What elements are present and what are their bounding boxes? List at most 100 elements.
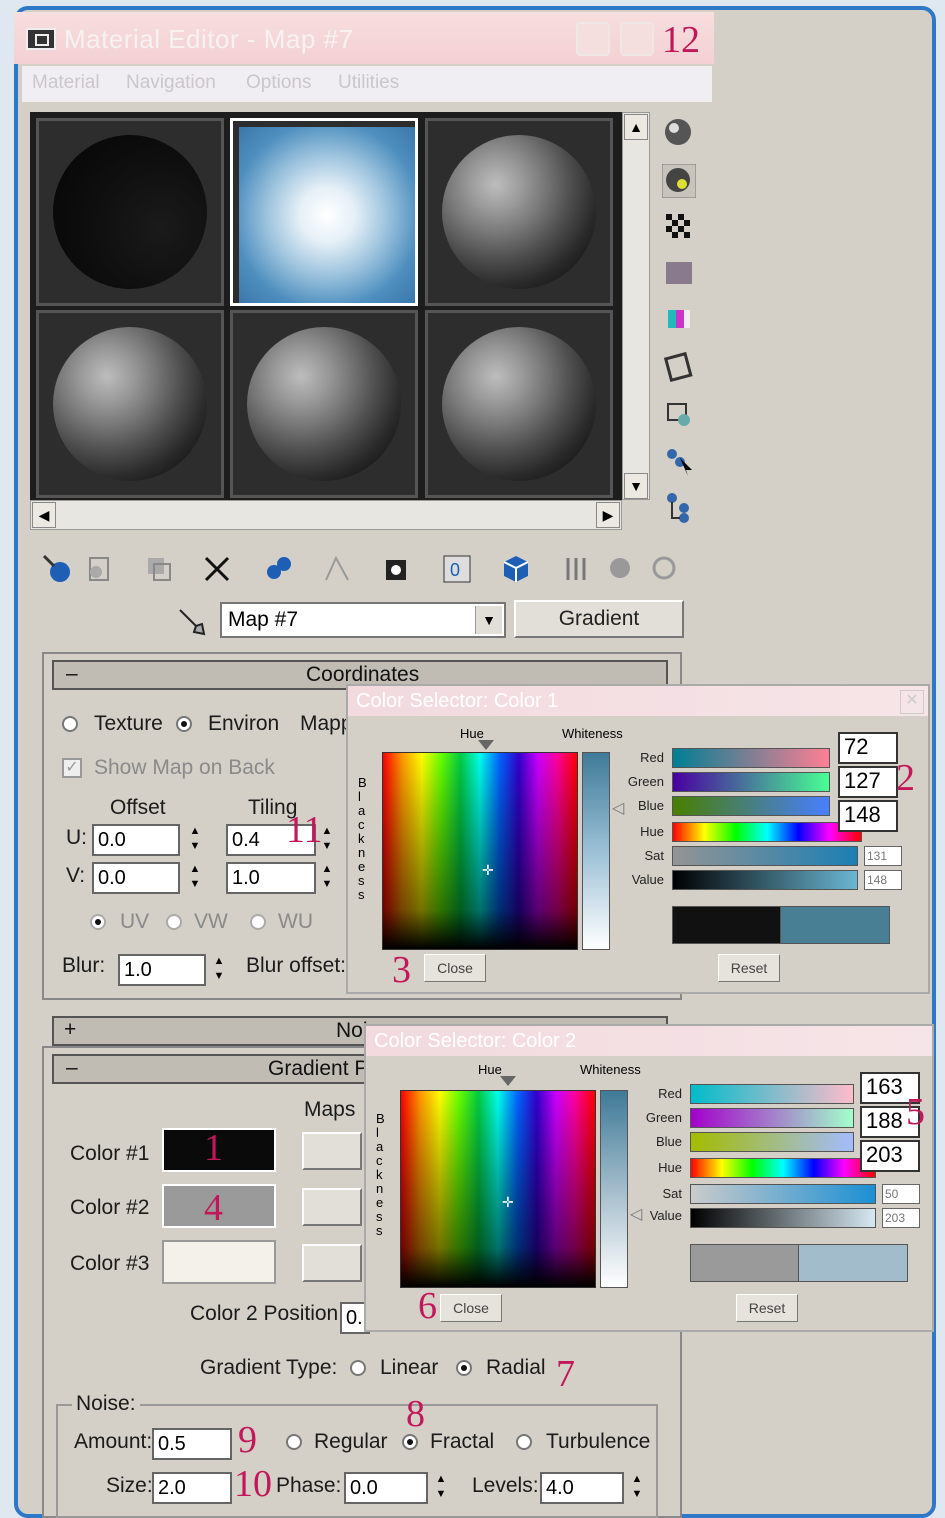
red-slider[interactable] <box>672 748 830 768</box>
green-slider[interactable] <box>672 772 830 792</box>
map-name-combo[interactable]: Map #7 ▼ <box>220 602 506 638</box>
show-map-on-back-checkbox[interactable]: ✓ <box>62 758 82 778</box>
sample-slot-5[interactable] <box>230 310 418 498</box>
hue-pointer-icon[interactable] <box>478 740 494 750</box>
put-to-scene-icon[interactable] <box>82 552 116 586</box>
get-material-icon[interactable] <box>40 552 74 586</box>
wu-radio[interactable] <box>250 914 266 930</box>
size-field[interactable]: 2.0 <box>152 1472 232 1504</box>
make-preview-icon[interactable] <box>662 350 696 384</box>
vertical-scrollbar[interactable]: ▲ ▼ <box>622 112 650 500</box>
color1-map-button[interactable] <box>302 1132 362 1170</box>
sample-uv-tiling-icon[interactable] <box>662 256 696 290</box>
blue-value-field[interactable]: 148 <box>838 800 898 832</box>
pick-material-icon[interactable] <box>174 604 208 638</box>
levels-field[interactable]: 4.0 <box>540 1472 624 1504</box>
radial-radio[interactable] <box>456 1360 472 1376</box>
sample-slot-1[interactable] <box>36 118 224 306</box>
v-tiling-spinner[interactable]: ▲ ▼ <box>318 862 336 894</box>
phase-spinner[interactable]: ▲ ▼ <box>432 1472 450 1504</box>
blue-slider[interactable] <box>690 1132 854 1152</box>
go-to-sibling-icon[interactable] <box>648 552 682 586</box>
menu-navigation[interactable]: Navigation <box>126 72 216 94</box>
blur-spinner[interactable]: ▲ ▼ <box>210 954 228 986</box>
sample-slot-3[interactable] <box>425 118 613 306</box>
green-value-field[interactable]: 127 <box>838 766 898 798</box>
amount-field[interactable]: 0.5 <box>152 1428 232 1460</box>
scroll-up-icon[interactable]: ▲ <box>624 114 648 140</box>
blue-slider[interactable] <box>672 796 830 816</box>
go-to-parent-icon[interactable] <box>560 552 594 586</box>
menu-options[interactable]: Options <box>246 72 311 94</box>
hue-pointer-icon[interactable] <box>500 1076 516 1086</box>
make-unique-icon[interactable] <box>262 552 296 586</box>
scroll-left-icon[interactable]: ◀ <box>32 502 56 528</box>
material-map-navigator-icon[interactable] <box>662 490 696 524</box>
reset-button[interactable]: Reset <box>736 1294 798 1322</box>
uv-radio[interactable] <box>90 914 106 930</box>
assign-to-selection-icon[interactable] <box>142 552 176 586</box>
u-offset-field[interactable]: 0.0 <box>92 824 180 856</box>
go-forward-icon[interactable] <box>604 552 638 586</box>
environ-radio[interactable] <box>176 716 192 732</box>
sample-slot-2[interactable] <box>230 118 418 306</box>
v-tiling-field[interactable]: 1.0 <box>226 862 316 894</box>
fractal-radio[interactable] <box>402 1434 418 1450</box>
phase-field[interactable]: 0.0 <box>344 1472 428 1504</box>
value-value-field[interactable]: 203 <box>882 1208 920 1228</box>
close-button[interactable]: Close <box>440 1294 502 1322</box>
hue-slider[interactable] <box>690 1158 876 1178</box>
value-slider[interactable] <box>690 1208 876 1228</box>
vw-radio[interactable] <box>166 914 182 930</box>
color2-map-button[interactable] <box>302 1188 362 1226</box>
show-map-in-viewport-icon[interactable]: 0 <box>440 552 474 586</box>
linear-radio[interactable] <box>350 1360 366 1376</box>
map-type-button[interactable]: Gradient <box>514 600 684 638</box>
value-slider[interactable] <box>672 870 858 890</box>
horizontal-scrollbar[interactable]: ◀ ▶ <box>30 500 622 530</box>
blur-field[interactable]: 1.0 <box>118 954 206 986</box>
red-slider[interactable] <box>690 1084 854 1104</box>
close-icon[interactable]: ✕ <box>900 690 924 714</box>
sample-slot-6[interactable] <box>425 310 613 498</box>
put-to-library-icon[interactable] <box>320 552 354 586</box>
options-icon[interactable] <box>662 398 696 432</box>
hue-blackness-picker[interactable] <box>382 752 578 950</box>
sat-value-field[interactable]: 50 <box>882 1184 920 1204</box>
checker-background-icon[interactable] <box>662 210 696 244</box>
regular-radio[interactable] <box>286 1434 302 1450</box>
blue-value-field[interactable]: 203 <box>860 1140 920 1172</box>
show-end-result-icon[interactable] <box>498 552 532 586</box>
menu-material[interactable]: Material <box>32 72 100 94</box>
texture-radio[interactable] <box>62 716 78 732</box>
sat-value-field[interactable]: 131 <box>864 846 902 866</box>
v-offset-spinner[interactable]: ▲ ▼ <box>186 862 204 894</box>
minimize-button[interactable] <box>576 22 610 56</box>
maximize-button[interactable] <box>620 22 654 56</box>
material-id-channel-icon[interactable] <box>380 552 414 586</box>
sat-slider[interactable] <box>672 846 858 866</box>
red-value-field[interactable]: 72 <box>838 732 898 764</box>
color3-swatch[interactable] <box>162 1240 276 1284</box>
backlight-icon[interactable] <box>661 163 697 199</box>
color3-map-button[interactable] <box>302 1244 362 1282</box>
v-offset-field[interactable]: 0.0 <box>92 862 180 894</box>
hue-blackness-picker[interactable] <box>400 1090 596 1288</box>
scroll-right-icon[interactable]: ▶ <box>596 502 620 528</box>
u-offset-spinner[interactable]: ▲ ▼ <box>186 824 204 856</box>
menu-utilities[interactable]: Utilities <box>338 72 399 94</box>
sample-type-sphere-icon[interactable] <box>662 116 696 150</box>
turbulence-radio[interactable] <box>516 1434 532 1450</box>
video-color-check-icon[interactable] <box>662 302 696 336</box>
scroll-down-icon[interactable]: ▼ <box>624 473 648 499</box>
reset-button[interactable]: Reset <box>718 954 780 982</box>
reset-map-icon[interactable] <box>200 552 234 586</box>
sample-slot-4[interactable] <box>36 310 224 498</box>
hue-slider[interactable] <box>672 822 862 842</box>
levels-spinner[interactable]: ▲ ▼ <box>628 1472 646 1504</box>
chevron-down-icon[interactable]: ▼ <box>475 606 502 634</box>
sat-slider[interactable] <box>690 1184 876 1204</box>
green-slider[interactable] <box>690 1108 854 1128</box>
value-value-field[interactable]: 148 <box>864 870 902 890</box>
select-by-material-icon[interactable] <box>662 444 696 478</box>
